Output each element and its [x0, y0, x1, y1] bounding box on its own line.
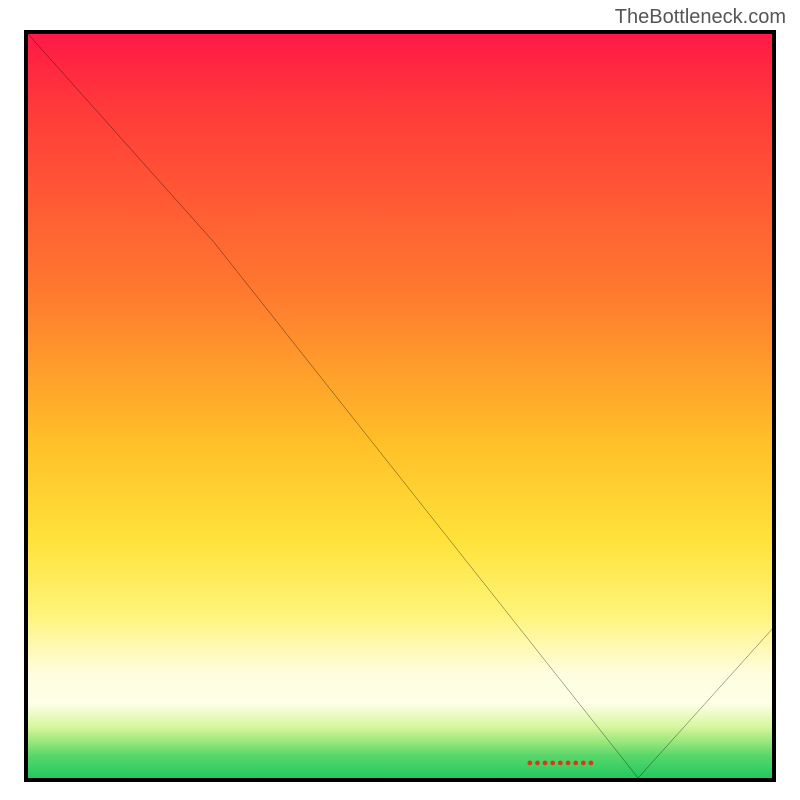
curve-path — [28, 34, 772, 778]
bottom-marker: ●●●●●●●●● — [526, 757, 595, 769]
attribution-label: TheBottleneck.com — [615, 6, 786, 29]
line-series — [28, 34, 772, 778]
plot-area: ●●●●●●●●● — [24, 30, 776, 782]
chart-container: TheBottleneck.com ●●●●●●●●● — [0, 0, 800, 800]
